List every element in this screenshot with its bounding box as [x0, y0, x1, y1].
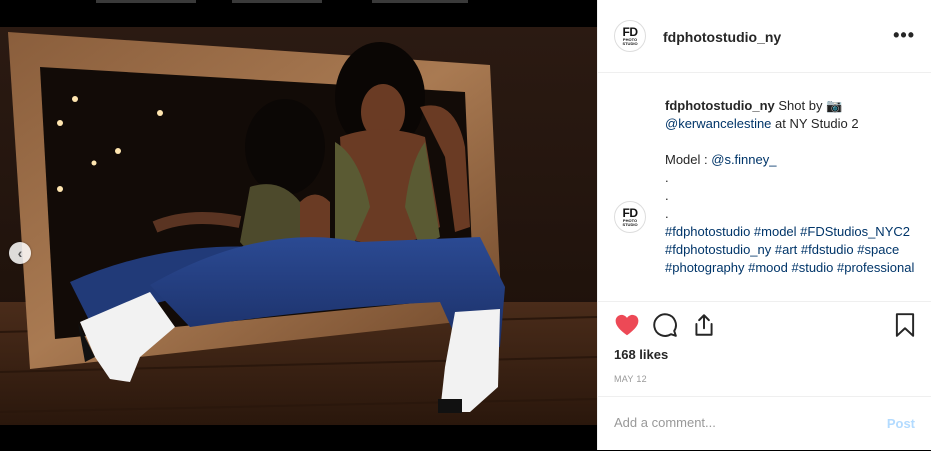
bookmark-icon[interactable] — [892, 312, 918, 338]
top-strip-line — [96, 0, 196, 3]
post-username[interactable]: fdphotostudio_ny — [663, 29, 781, 45]
top-strip-line — [372, 0, 468, 3]
avatar-logo-text: FD — [622, 24, 639, 39]
top-strip-line — [232, 0, 322, 3]
mention-link[interactable]: @s.finney_ — [711, 152, 776, 167]
post-photo[interactable]: ‹ — [0, 27, 597, 425]
hashtags[interactable]: #fdphotostudio #model #FDStudios_NYC2 #f… — [665, 223, 920, 277]
comment-input[interactable] — [614, 415, 864, 430]
camera-icon: 📷 — [826, 98, 843, 113]
more-horizontal-icon[interactable]: ••• — [893, 25, 915, 46]
avatar-logo-subtext: STUDIO — [622, 40, 638, 46]
avatar-logo-subtext: STUDIO — [622, 221, 638, 227]
post-details-pane: FD PHOTO STUDIO fdphotostudio_ny ••• FD … — [597, 0, 931, 450]
caption-dot: . — [665, 188, 669, 203]
comment-bar: Post — [598, 396, 931, 451]
caption-text: fdphotostudio_ny Shot by 📷 @kerwancelest… — [665, 97, 920, 277]
caption-fragment: Shot by — [774, 98, 827, 113]
likes-count[interactable]: 168 likes — [614, 347, 668, 362]
post-date: MAY 12 — [614, 374, 647, 384]
caption-fragment: at NY Studio 2 — [771, 116, 859, 131]
avatar[interactable]: FD PHOTO STUDIO — [614, 20, 646, 52]
caption-area: FD PHOTO STUDIO fdphotostudio_ny Shot by… — [598, 73, 931, 302]
photo-pane: ‹ — [0, 0, 597, 450]
carousel-prev-button[interactable]: ‹ — [9, 242, 31, 264]
caption-dot: . — [665, 170, 669, 185]
mention-link[interactable]: @kerwancelestine — [665, 116, 771, 131]
action-bar — [614, 312, 916, 340]
avatar-logo-text: FD — [622, 205, 639, 220]
post-photo-image — [0, 27, 597, 425]
model-label: Model : — [665, 152, 712, 167]
post-header: FD PHOTO STUDIO fdphotostudio_ny ••• — [598, 0, 931, 73]
caption-avatar[interactable]: FD PHOTO STUDIO — [614, 201, 646, 233]
post-comment-button[interactable]: Post — [887, 416, 915, 431]
share-icon[interactable] — [691, 312, 717, 338]
caption-username[interactable]: fdphotostudio_ny — [665, 98, 775, 113]
heart-filled-icon[interactable] — [614, 312, 640, 338]
comment-icon[interactable] — [652, 312, 678, 338]
caption-dot: . — [665, 206, 669, 221]
